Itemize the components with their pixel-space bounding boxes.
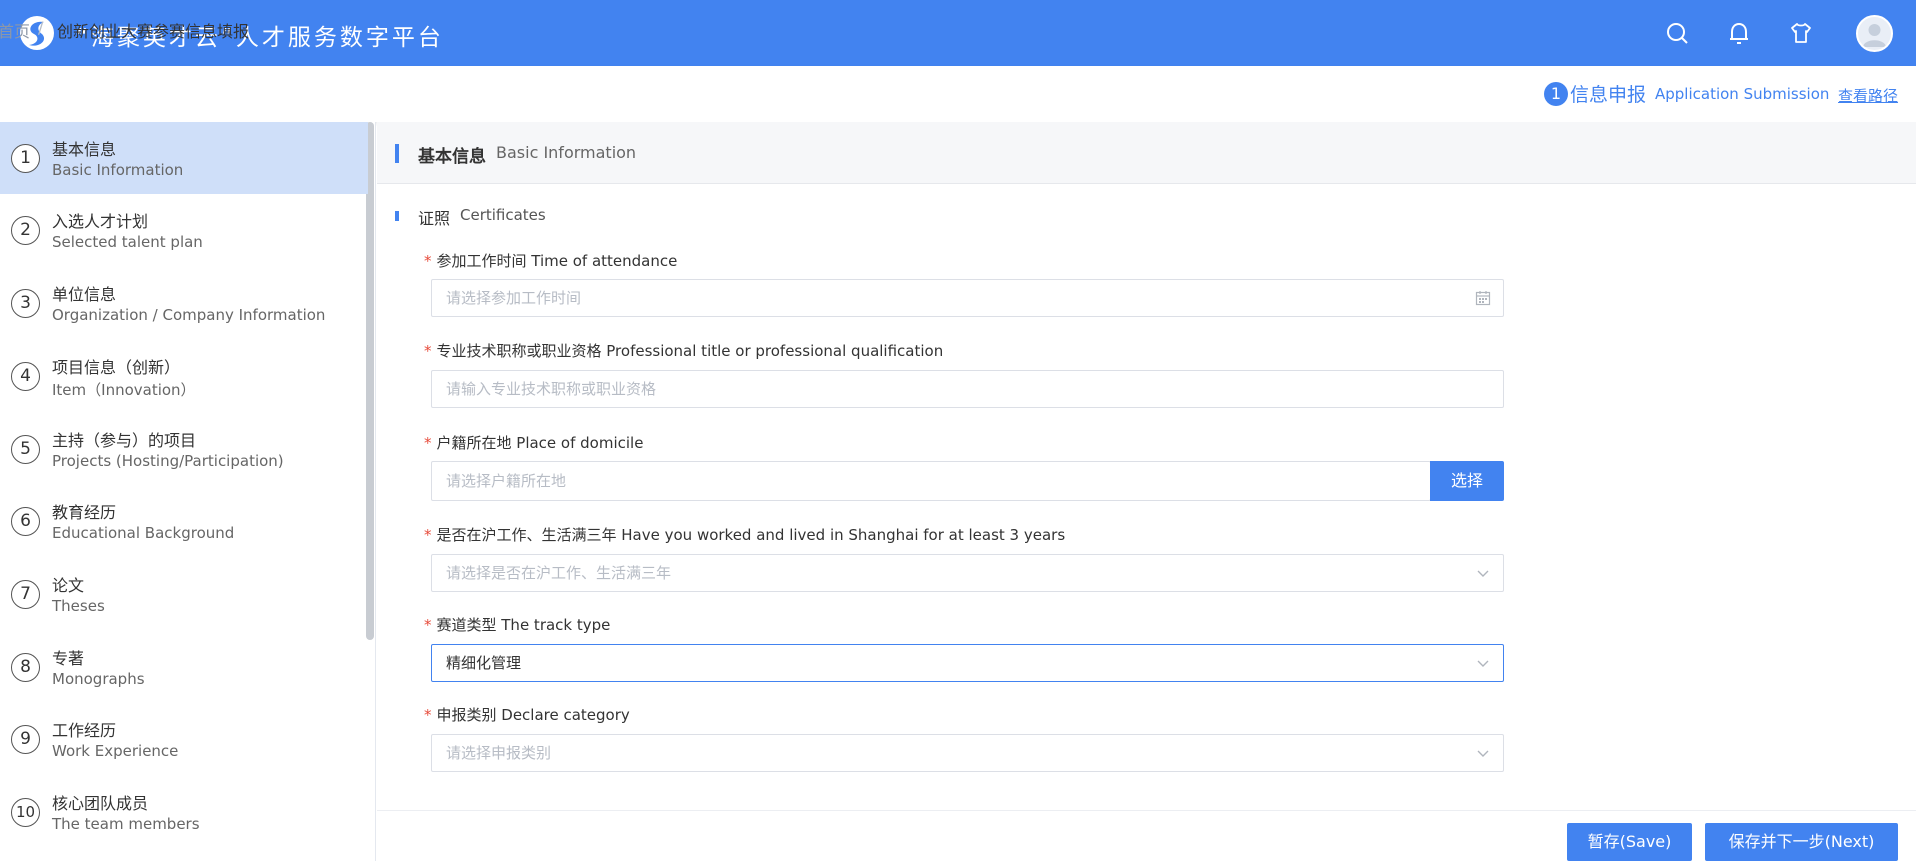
sidebar-item-label-cn: 教育经历 bbox=[52, 503, 117, 522]
sidebar-item-label-en: Projects (Hosting/Participation) bbox=[52, 452, 284, 470]
title-qualification-label: * 专业技术职称或职业资格 Professional title or profe… bbox=[424, 340, 943, 361]
sidebar-item-label-cn: 入选人才计划 bbox=[52, 212, 149, 231]
sidebar-item-label-cn: 单位信息 bbox=[52, 285, 117, 304]
shirt-icon[interactable] bbox=[1788, 20, 1814, 46]
shanghai-residence-label: * 是否在沪工作、生活满三年 Have you worked and lived … bbox=[424, 524, 1065, 545]
sidebar-item-label-cn: 专著 bbox=[52, 649, 85, 668]
title-qualification-label-text: 专业技术职称或职业资格 Professional title or profes… bbox=[436, 342, 944, 360]
step-title-cn: 信息申报 bbox=[1570, 84, 1647, 106]
step-circle: 9 bbox=[11, 725, 40, 754]
user-avatar-icon bbox=[1863, 24, 1886, 47]
step-circle: 2 bbox=[11, 216, 40, 245]
sidebar-item-team-members[interactable]: 10 核心团队成员 The team members bbox=[0, 776, 368, 848]
subsection-title-en: Certificates bbox=[460, 206, 546, 224]
sidebar-item-theses[interactable]: 7 论文 Theses bbox=[0, 558, 368, 630]
section-title-en: Basic Information bbox=[496, 143, 637, 162]
sidebar-item-project-info[interactable]: 4 项目信息（创新） Item（Innovation） bbox=[0, 340, 368, 412]
step-circle: 6 bbox=[11, 507, 40, 536]
sidebar-item-label-en: Monographs bbox=[52, 670, 145, 688]
save-next-button[interactable]: 保存并下一步(Next) bbox=[1705, 823, 1898, 861]
sidebar-item-label-cn: 主持（参与）的项目 bbox=[52, 431, 197, 450]
sidebar-item-basic-info[interactable]: 1 基本信息 Basic Information bbox=[0, 122, 368, 194]
top-header: “海聚英才云”人才服务数字平台 bbox=[0, 0, 1916, 66]
title-qualification-placeholder: 请输入专业技术职称或职业资格 bbox=[446, 380, 657, 398]
sidebar-item-education[interactable]: 6 教育经历 Educational Background bbox=[0, 485, 368, 557]
sidebar-item-label-cn: 论文 bbox=[52, 576, 85, 595]
chevron-down-icon bbox=[1477, 750, 1489, 757]
sidebar-item-label-en: The team members bbox=[52, 815, 200, 833]
track-type-select[interactable]: 精细化管理 bbox=[431, 644, 1504, 682]
declare-category-select[interactable]: 请选择申报类别 bbox=[431, 734, 1504, 772]
shanghai-residence-placeholder: 请选择是否在沪工作、生活满三年 bbox=[446, 564, 672, 582]
sidebar-item-label-cn: 核心团队成员 bbox=[52, 794, 149, 813]
required-mark: * bbox=[424, 434, 432, 452]
subsection-title-cn: 证照 bbox=[418, 209, 451, 228]
sidebar-item-label-en: Educational Background bbox=[52, 524, 235, 542]
required-mark: * bbox=[424, 616, 432, 634]
sidebar-item-label-en: Item（Innovation） bbox=[52, 381, 196, 399]
save-draft-button[interactable]: 暂存(Save) bbox=[1567, 823, 1692, 861]
track-type-label: * 赛道类型 The track type bbox=[424, 614, 610, 635]
step-circle: 7 bbox=[11, 580, 40, 609]
breadcrumb-home[interactable]: 首页 bbox=[0, 18, 30, 42]
step-circle: 10 bbox=[11, 798, 40, 827]
domicile-label-text: 户籍所在地 Place of domicile bbox=[436, 434, 644, 452]
work-time-label-text: 参加工作时间 Time of attendance bbox=[436, 252, 678, 270]
required-mark: * bbox=[424, 252, 432, 270]
sidebar-item-label-cn: 基本信息 bbox=[52, 140, 117, 159]
avatar[interactable] bbox=[1856, 15, 1893, 52]
sidebar-item-label-en: Theses bbox=[52, 597, 105, 615]
sidebar-item-label-cn: 项目信息（创新） bbox=[52, 358, 181, 377]
breadcrumb-separator: / bbox=[38, 18, 44, 37]
chevron-down-icon bbox=[1477, 570, 1489, 577]
required-mark: * bbox=[424, 526, 432, 544]
required-mark: * bbox=[424, 706, 432, 724]
declare-category-label-text: 申报类别 Declare category bbox=[436, 706, 630, 724]
sidebar-item-label-en: Organization / Company Information bbox=[52, 306, 326, 324]
domicile-choose-button[interactable]: 选择 bbox=[1430, 461, 1504, 501]
domicile-input[interactable]: 请选择户籍所在地 bbox=[431, 461, 1431, 501]
title-qualification-input[interactable]: 请输入专业技术职称或职业资格 bbox=[431, 370, 1504, 408]
track-type-value: 精细化管理 bbox=[446, 654, 522, 672]
declare-category-placeholder: 请选择申报类别 bbox=[446, 744, 552, 762]
shanghai-residence-select[interactable]: 请选择是否在沪工作、生活满三年 bbox=[431, 554, 1504, 592]
breadcrumb-current: 创新创业大赛参赛信息填报 bbox=[57, 22, 250, 41]
sidebar-item-work-experience[interactable]: 9 工作经历 Work Experience bbox=[0, 703, 368, 775]
work-time-placeholder: 请选择参加工作时间 bbox=[446, 289, 582, 307]
step-circle: 3 bbox=[11, 289, 40, 318]
sidebar-item-monographs[interactable]: 8 专著 Monographs bbox=[0, 631, 368, 703]
step-number-badge: 1 bbox=[1544, 82, 1568, 106]
track-type-label-text: 赛道类型 The track type bbox=[436, 616, 611, 634]
work-time-label: * 参加工作时间 Time of attendance bbox=[424, 250, 677, 271]
step-circle: 4 bbox=[11, 362, 40, 391]
search-icon[interactable] bbox=[1664, 20, 1690, 46]
sidebar-item-company-info[interactable]: 3 单位信息 Organization / Company Informatio… bbox=[0, 267, 368, 339]
step-circle: 1 bbox=[11, 144, 40, 173]
calendar-icon bbox=[1475, 291, 1491, 306]
sidebar-item-talent-plan[interactable]: 2 入选人才计划 Selected talent plan bbox=[0, 194, 368, 266]
domicile-placeholder: 请选择户籍所在地 bbox=[446, 472, 567, 490]
required-mark: * bbox=[424, 342, 432, 360]
sidebar-item-label-en: Selected talent plan bbox=[52, 233, 203, 251]
step-circle: 5 bbox=[11, 435, 40, 464]
subsection-accent-bar bbox=[395, 211, 399, 221]
bell-icon[interactable] bbox=[1726, 20, 1752, 46]
section-accent-bar bbox=[395, 144, 399, 163]
step-circle: 8 bbox=[11, 653, 40, 682]
view-path-link[interactable]: 查看路径 bbox=[1838, 85, 1898, 106]
declare-category-label: * 申报类别 Declare category bbox=[424, 704, 630, 725]
sidebar-item-hosted-projects[interactable]: 5 主持（参与）的项目 Projects (Hosting/Participat… bbox=[0, 413, 368, 485]
section-title-cn: 基本信息 bbox=[418, 147, 486, 167]
chevron-down-icon bbox=[1477, 660, 1489, 667]
shanghai-residence-label-text: 是否在沪工作、生活满三年 Have you worked and lived i… bbox=[436, 526, 1066, 544]
sidebar-item-label-en: Work Experience bbox=[52, 742, 179, 760]
sidebar-item-label-cn: 工作经历 bbox=[52, 721, 117, 740]
work-time-date-picker[interactable]: 请选择参加工作时间 bbox=[431, 279, 1504, 317]
domicile-label: * 户籍所在地 Place of domicile bbox=[424, 432, 643, 453]
footer-divider bbox=[377, 810, 1916, 811]
sidebar-item-label-en: Basic Information bbox=[52, 161, 184, 179]
step-title-en: Application Submission bbox=[1655, 85, 1830, 103]
